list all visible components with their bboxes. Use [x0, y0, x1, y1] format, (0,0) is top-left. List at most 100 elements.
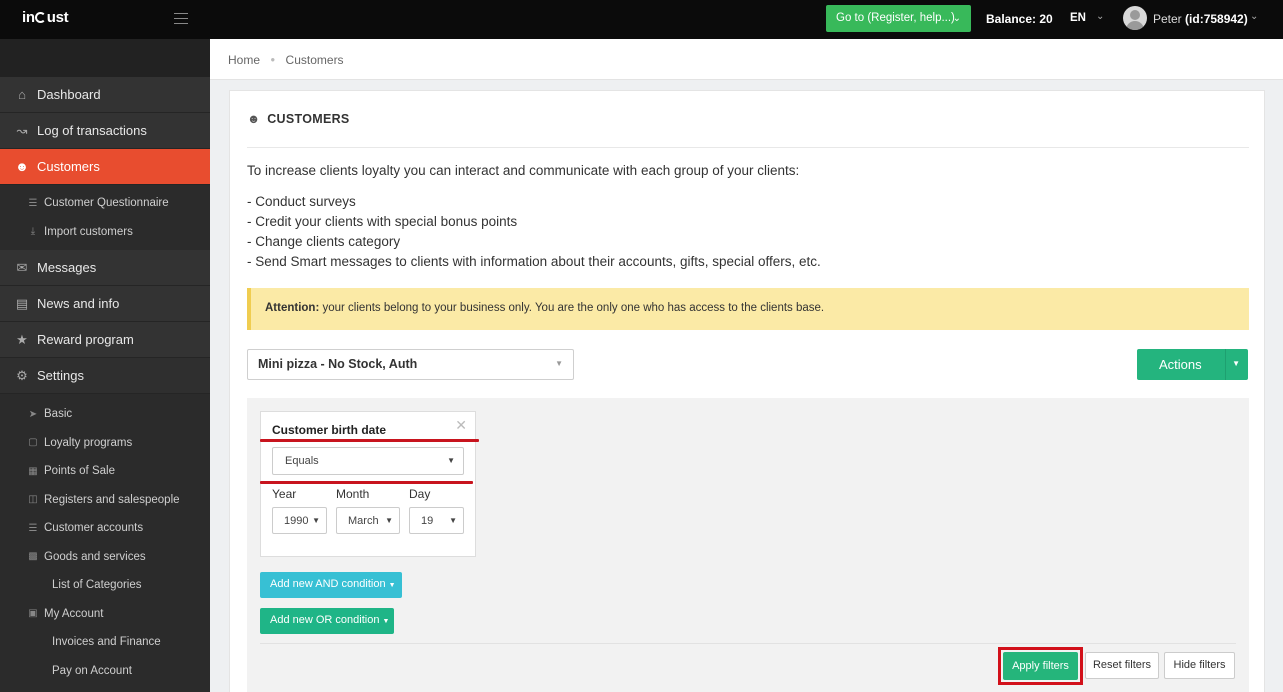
user-name: Peter — [1153, 12, 1182, 26]
attention-alert: Attention: your clients belong to your b… — [247, 288, 1249, 330]
settings-submenu: ➤ Basic ▢ Loyalty programs ▦ Points of S… — [0, 394, 210, 685]
highlight-underline — [260, 481, 473, 484]
chevron-down-icon: ⌄ — [952, 13, 961, 24]
month-select[interactable]: March ▼ — [336, 507, 400, 534]
list-icon: ☰ — [28, 522, 38, 534]
program-select-value: Mini pizza - No Stock, Auth — [258, 357, 418, 371]
breadcrumb-separator-icon: ● — [270, 55, 276, 64]
sidebar-item-label: Customer accounts — [44, 522, 144, 535]
apply-filters-button[interactable]: Apply filters — [1003, 652, 1078, 680]
sidebar-item-pay-on-account[interactable]: Pay on Account — [0, 657, 210, 686]
balance-value: 20 — [1039, 12, 1053, 26]
sidebar-item-reward-program[interactable]: ★ Reward program — [0, 322, 210, 358]
page-title: ☻ CUSTOMERS — [247, 112, 350, 126]
sidebar-item-log-of-transactions[interactable]: ↝ Log of transactions — [0, 113, 210, 149]
year-select[interactable]: 1990 ▼ — [272, 507, 327, 534]
sidebar-item-basic[interactable]: ➤ Basic — [0, 400, 210, 429]
sidebar-item-invoices-and-finance[interactable]: Invoices and Finance — [0, 628, 210, 657]
highlight-underline — [260, 439, 479, 442]
user-menu[interactable]: Peter (id:758942) — [1153, 12, 1248, 26]
file-icon: ▢ — [28, 437, 38, 449]
sidebar-item-goods-and-services[interactable]: ▩ Goods and services — [0, 543, 210, 572]
sidebar-item-messages[interactable]: ✉ Messages — [0, 250, 210, 286]
gear-icon: ⚙ — [16, 367, 28, 383]
breadcrumb: Home ● Customers — [228, 53, 344, 67]
message-icon: ✉ — [16, 259, 28, 275]
sidebar: ⌂ Dashboard ↝ Log of transactions ☻ Cust… — [0, 39, 210, 692]
breadcrumb-home-link[interactable]: Home — [228, 53, 260, 67]
sidebar-item-settings[interactable]: ⚙ Settings — [0, 358, 210, 394]
customers-submenu: ☰ Customer Questionnaire ⤓ Import custom… — [0, 185, 210, 250]
sidebar-item-label: My Account — [44, 607, 104, 620]
list-item: - Credit your clients with special bonus… — [247, 214, 518, 229]
sidebar-item-label: News and info — [37, 296, 120, 311]
sidebar-item-my-account[interactable]: ▣ My Account — [0, 600, 210, 629]
close-icon[interactable]: ✕ — [455, 417, 467, 434]
chevron-down-icon[interactable]: ⌄ — [1096, 11, 1104, 22]
menu-toggle-icon[interactable] — [174, 13, 188, 24]
condition-card: Customer birth date ✕ Equals ▼ Year Mont… — [260, 411, 479, 557]
sidebar-item-list-of-categories[interactable]: List of Categories — [0, 571, 210, 600]
sidebar-header — [0, 39, 210, 77]
sidebar-item-customers[interactable]: ☻ Customers — [0, 149, 210, 185]
caret-down-icon: ▼ — [555, 359, 563, 368]
customers-panel: ☻ CUSTOMERS To increase clients loyalty … — [229, 90, 1265, 692]
operator-value: Equals — [285, 455, 319, 467]
day-select[interactable]: 19 ▼ — [409, 507, 464, 534]
sidebar-item-import-customers[interactable]: ⤓ Import customers — [0, 218, 210, 247]
caret-down-icon[interactable]: ▼ — [1232, 359, 1240, 368]
sidebar-item-points-of-sale[interactable]: ▦ Points of Sale — [0, 457, 210, 486]
sidebar-item-label: Reward program — [37, 332, 134, 347]
sidebar-item-label: Settings — [37, 368, 84, 383]
sidebar-item-label: Invoices and Finance — [52, 636, 161, 649]
list-icon: ☰ — [28, 197, 38, 209]
sidebar-item-dashboard[interactable]: ⌂ Dashboard — [0, 77, 210, 113]
add-or-condition-button[interactable]: Add new OR condition ▼ — [260, 608, 394, 634]
sidebar-item-label: Log of transactions — [37, 123, 147, 138]
divider — [260, 643, 1236, 644]
list-item: - Send Smart messages to clients with in… — [247, 254, 821, 269]
year-label: Year — [272, 487, 297, 501]
sidebar-item-registers-and-salespeople[interactable]: ◫ Registers and salespeople — [0, 486, 210, 515]
year-value: 1990 — [284, 515, 309, 527]
top-bar: in ust Go to (Register, help...) ⌄ Balanc… — [0, 0, 1283, 39]
sidebar-item-label: Basic — [44, 408, 73, 421]
language-selector[interactable]: EN — [1070, 12, 1086, 24]
sidebar-item-label: Points of Sale — [44, 465, 115, 478]
operator-select[interactable]: Equals ▼ — [272, 447, 464, 475]
sidebar-item-label: Goods and services — [44, 550, 146, 563]
sidebar-item-label: Registers and salespeople — [44, 493, 180, 506]
goto-dropdown-button[interactable]: Go to (Register, help...) ⌄ — [826, 5, 971, 32]
hide-filters-button[interactable]: Hide filters — [1164, 652, 1235, 679]
avatar[interactable] — [1123, 6, 1147, 30]
program-select[interactable]: Mini pizza - No Stock, Auth ▼ — [247, 349, 574, 380]
divider — [247, 147, 1249, 148]
alert-text: your clients belong to your business onl… — [319, 302, 825, 314]
add-and-label: Add new AND condition — [270, 578, 386, 590]
download-icon: ⤓ — [30, 226, 36, 238]
balance-label: Balance: — [986, 12, 1037, 26]
sidebar-item-customer-questionnaire[interactable]: ☰ Customer Questionnaire — [0, 189, 210, 218]
sidebar-item-customer-accounts[interactable]: ☰ Customer accounts — [0, 514, 210, 543]
sidebar-item-label: Pay on Account — [52, 664, 132, 677]
sidebar-item-label: List of Categories — [52, 579, 142, 592]
caret-down-icon: ▼ — [382, 618, 390, 625]
month-label: Month — [336, 487, 370, 501]
list-item: - Change clients category — [247, 234, 401, 249]
day-value: 19 — [421, 515, 434, 527]
apply-highlight-box: Apply filters — [998, 647, 1083, 685]
actions-button[interactable]: Actions ▼ — [1137, 349, 1248, 380]
page-title-text: CUSTOMERS — [267, 112, 350, 126]
sidebar-item-label: Import customers — [44, 225, 133, 238]
intro-text: To increase clients loyalty you can inte… — [247, 163, 800, 178]
reset-filters-button[interactable]: Reset filters — [1085, 652, 1159, 679]
button-split-divider — [1225, 349, 1226, 380]
app-logo[interactable]: in ust — [22, 9, 69, 26]
add-or-label: Add new OR condition — [270, 614, 380, 626]
add-and-condition-button[interactable]: Add new AND condition ▼ — [260, 572, 402, 598]
month-value: March — [348, 515, 379, 527]
chevron-down-icon[interactable]: ⌄ — [1250, 11, 1258, 22]
sidebar-item-news-and-info[interactable]: ▤ News and info — [0, 286, 210, 322]
caret-down-icon: ▼ — [388, 582, 396, 589]
sidebar-item-loyalty-programs[interactable]: ▢ Loyalty programs — [0, 429, 210, 458]
